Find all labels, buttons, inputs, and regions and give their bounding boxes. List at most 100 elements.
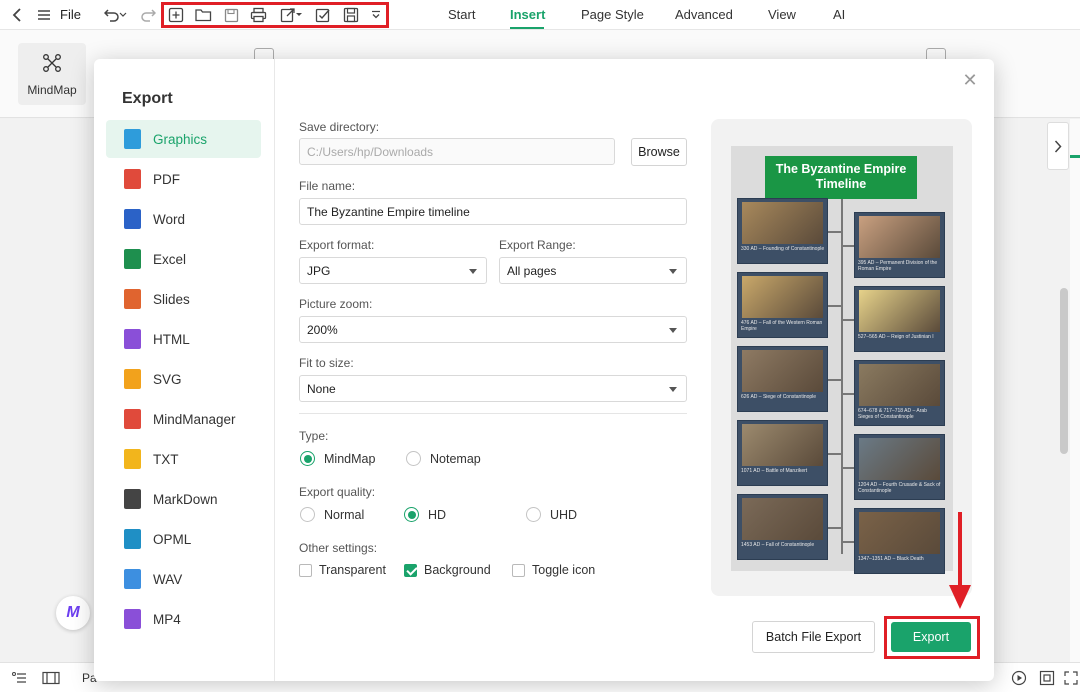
tab-insert[interactable]: Insert (510, 7, 545, 22)
file-name-field[interactable]: The Byzantine Empire timeline (299, 198, 687, 225)
back-icon[interactable] (8, 5, 28, 25)
save-as-icon[interactable] (341, 5, 361, 25)
tab-view[interactable]: View (768, 7, 796, 22)
format-label: Graphics (153, 131, 208, 147)
export-format-value: JPG (307, 263, 331, 278)
format-label: Excel (153, 251, 187, 267)
browse-button[interactable]: Browse (631, 138, 687, 166)
fit-to-size-label: Fit to size: (299, 356, 354, 370)
wav-file-icon (124, 569, 141, 589)
mp4-file-icon (124, 609, 141, 629)
mindmanager-file-icon (124, 409, 141, 429)
fullscreen-icon[interactable] (1062, 669, 1080, 687)
format-item-opml[interactable]: OPML (106, 520, 261, 558)
format-label: SVG (153, 371, 182, 387)
format-item-mp4[interactable]: MP4 (106, 600, 261, 638)
export-range-select[interactable]: All pages (499, 257, 687, 284)
print-icon[interactable] (248, 5, 268, 25)
app-logo-icon[interactable]: M (56, 596, 90, 630)
format-item-wav[interactable]: WAV (106, 560, 261, 598)
preview-connector (842, 393, 854, 395)
annotation-arrow-head (949, 585, 971, 609)
opml-file-icon (124, 529, 141, 549)
export-format-select[interactable]: JPG (299, 257, 487, 284)
expand-side-panel-button[interactable] (1047, 122, 1069, 170)
tab-advanced[interactable]: Advanced (675, 7, 733, 22)
play-icon[interactable] (1010, 669, 1028, 687)
mindmap-ribbon-button[interactable]: MindMap (18, 43, 86, 105)
hamburger-menu-icon[interactable] (34, 5, 54, 25)
batch-file-export-button[interactable]: Batch File Export (752, 621, 875, 653)
pdf-file-icon (124, 169, 141, 189)
type-notemap-radio[interactable]: Notemap (406, 451, 481, 466)
background-checkbox[interactable]: Background (404, 563, 491, 577)
slides-file-icon (124, 289, 141, 309)
format-item-svg[interactable]: SVG (106, 360, 261, 398)
tab-ai[interactable]: AI (833, 7, 845, 22)
picture-zoom-select[interactable]: 200% (299, 316, 687, 343)
customize-toolbar-icon[interactable] (366, 5, 386, 25)
preview-event-card: 674–678 & 717–718 AD – Arab Sieges of Co… (854, 360, 945, 426)
quality-normal-radio[interactable]: Normal (300, 507, 364, 522)
event-picture (742, 276, 823, 318)
panel-toggle-icon[interactable] (42, 669, 60, 687)
event-picture (859, 438, 940, 480)
export-dialog: Export Graphics PDF Word Excel Slides HTML SVG… (94, 59, 994, 681)
tab-start[interactable]: Start (448, 7, 475, 22)
format-item-mindmanager[interactable]: MindManager (106, 400, 261, 438)
file-menu[interactable]: File (60, 7, 81, 22)
format-item-graphics[interactable]: Graphics (106, 120, 261, 158)
quality-uhd-radio[interactable]: UHD (526, 507, 577, 522)
export-preview-panel: The Byzantine Empire Timeline 330 AD – F… (711, 119, 972, 596)
format-item-slides[interactable]: Slides (106, 280, 261, 318)
right-panel-accent (1070, 155, 1080, 158)
format-item-pdf[interactable]: PDF (106, 160, 261, 198)
chevron-right-icon (1054, 139, 1062, 153)
toggle-icon-checkbox[interactable]: Toggle icon (512, 563, 595, 577)
format-label: Slides (153, 291, 190, 307)
event-picture (742, 424, 823, 466)
preview-title: The Byzantine Empire Timeline (765, 156, 917, 199)
format-label: OPML (153, 531, 192, 547)
mindmap-icon (42, 54, 62, 75)
new-file-icon[interactable] (166, 5, 186, 25)
format-label: TXT (153, 451, 179, 467)
format-item-html[interactable]: HTML (106, 320, 261, 358)
event-caption: 527–565 AD – Reign of Justinian I (858, 334, 934, 340)
txt-file-icon (124, 449, 141, 469)
fit-to-size-select[interactable]: None (299, 375, 687, 402)
format-item-word[interactable]: Word (106, 200, 261, 238)
save-icon[interactable] (221, 5, 241, 25)
event-caption: 626 AD – Siege of Constantinople (741, 394, 817, 400)
export-format-sidebar: Export Graphics PDF Word Excel Slides HTML SVG… (94, 59, 275, 681)
type-mindmap-radio[interactable]: MindMap (300, 451, 375, 466)
publish-icon[interactable] (313, 5, 333, 25)
open-folder-icon[interactable] (193, 5, 213, 25)
save-directory-field[interactable]: C:/Users/hp/Downloads (299, 138, 615, 165)
event-picture (742, 498, 823, 540)
svg-file-icon (124, 369, 141, 389)
preview-event-card: 626 AD – Siege of Constantinople (737, 346, 828, 412)
format-item-markdown[interactable]: MarkDown (106, 480, 261, 518)
file-name-label: File name: (299, 179, 356, 193)
redo-icon[interactable] (138, 5, 158, 25)
event-picture (859, 512, 940, 554)
vertical-scrollbar[interactable] (1060, 288, 1068, 454)
preview-event-card: 1453 AD – Fall of Constantinople (737, 494, 828, 560)
timeline-preview-image: The Byzantine Empire Timeline 330 AD – F… (731, 146, 953, 574)
outline-view-icon[interactable] (10, 669, 28, 687)
export-range-value: All pages (507, 263, 557, 278)
preview-connector (828, 231, 842, 233)
save-directory-label: Save directory: (299, 120, 380, 134)
format-item-txt[interactable]: TXT (106, 440, 261, 478)
quality-hd-radio[interactable]: HD (404, 507, 446, 522)
tab-page-style[interactable]: Page Style (581, 7, 644, 22)
event-caption: 395 AD – Permanent Division of the Roman… (858, 260, 938, 272)
transparent-checkbox[interactable]: Transparent (299, 563, 386, 577)
close-icon[interactable]: ✕ (960, 70, 980, 90)
undo-dropdown-icon[interactable] (118, 5, 128, 25)
preview-event-card: 1071 AD – Battle of Manzikert (737, 420, 828, 486)
export-dropdown-icon[interactable] (294, 5, 304, 25)
format-item-excel[interactable]: Excel (106, 240, 261, 278)
fit-page-icon[interactable] (1038, 669, 1056, 687)
